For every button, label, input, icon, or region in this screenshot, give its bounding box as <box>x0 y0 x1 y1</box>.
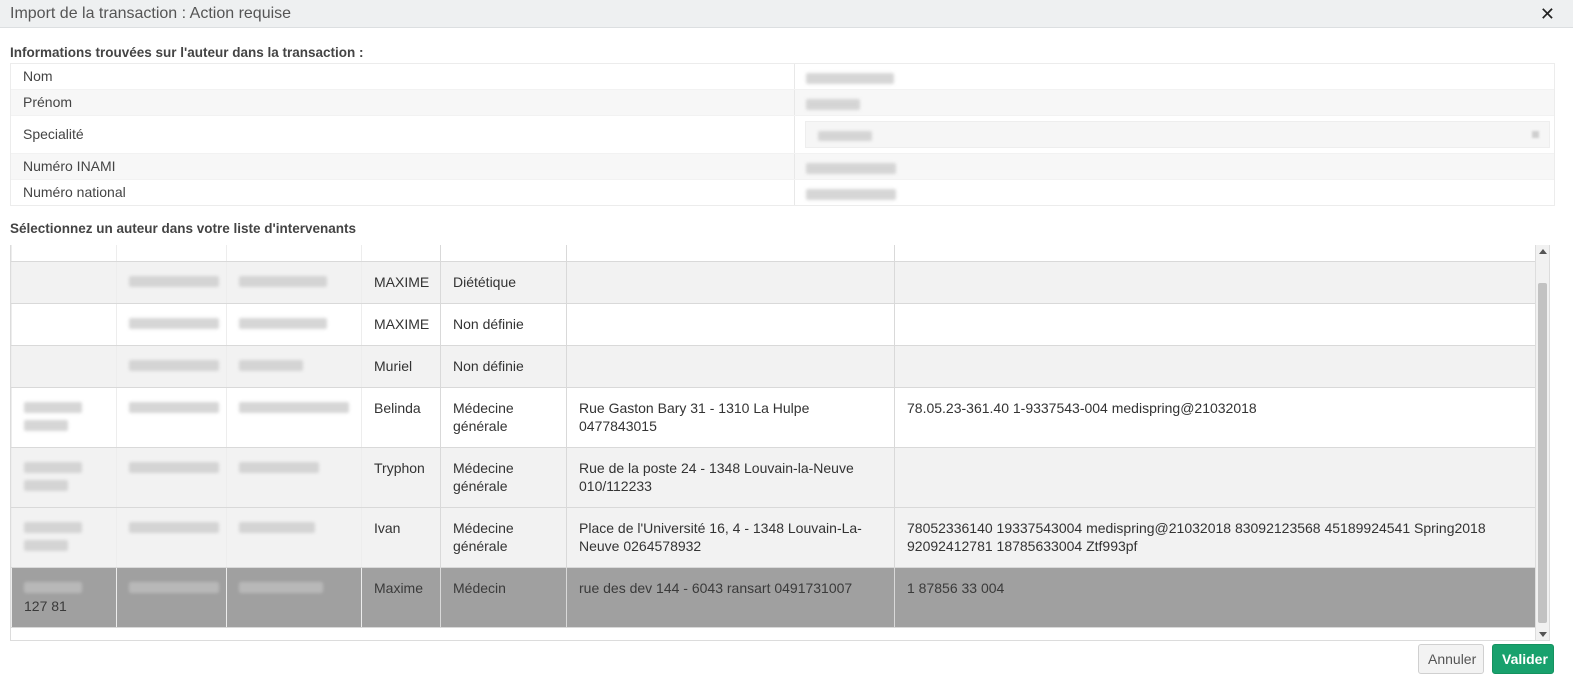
specialty-select[interactable] <box>805 121 1550 148</box>
cell-address: Rue de la poste 24 - 1348 Louvain-la-Neu… <box>566 446 895 508</box>
cell-address <box>566 260 895 304</box>
cell-firstname: Muriel <box>361 344 441 388</box>
cell-info: 78052336140 19337543004 medispring@21032… <box>894 506 1538 568</box>
info-label: Nom <box>23 68 53 84</box>
cell-specialty: Diététique <box>440 260 567 304</box>
cell-specialty: Médecine générale <box>440 386 567 448</box>
info-row-national: Numéro national <box>11 180 1554 205</box>
table-row[interactable]: Tryphon Médecine générale Rue de la post… <box>11 446 1538 508</box>
cell-specialty: Médecin <box>440 566 567 628</box>
table-row[interactable]: MAXIME Diététique <box>11 260 1538 304</box>
info-row-prenom: Prénom <box>11 90 1554 116</box>
table-row[interactable]: MAXIME Non définie <box>11 302 1538 346</box>
info-label: Numéro INAMI <box>23 158 116 174</box>
info-value-redacted <box>806 161 896 179</box>
validate-button[interactable]: Valider <box>1492 644 1554 674</box>
cell-specialty: Médecine générale <box>440 446 567 508</box>
close-icon[interactable]: ✕ <box>1540 4 1555 24</box>
table-row-selected[interactable]: 127 81 Maxime Médecin rue des dev 144 - … <box>11 566 1538 628</box>
scroll-down-icon[interactable] <box>1539 632 1547 637</box>
select-heading: Sélectionnez un auteur dans votre liste … <box>10 221 357 236</box>
dialog-titlebar: Import de la transaction : Action requis… <box>0 0 1573 28</box>
info-value-redacted <box>806 97 860 115</box>
cell-col-a: 127 81 <box>24 597 67 614</box>
cell-specialty: Non définie <box>440 302 567 346</box>
cell-firstname: Ivan <box>361 506 441 568</box>
cell-firstname: Maxime <box>361 566 441 628</box>
cell-specialty: Médecine générale <box>440 506 567 568</box>
chevron-down-icon <box>1532 131 1539 138</box>
cell-info: 78.05.23-361.40 1-9337543-004 medispring… <box>894 386 1538 448</box>
info-label: Specialité <box>23 126 84 142</box>
cell-address <box>566 344 895 388</box>
intervenants-grid[interactable]: MAXIME Diététique MAXIME Non définie Mur… <box>10 245 1550 641</box>
cell-info <box>894 302 1538 346</box>
cell-firstname: Tryphon <box>361 446 441 508</box>
cell-info <box>894 260 1538 304</box>
cell-address: Rue Gaston Bary 31 - 1310 La Hulpe 04778… <box>566 386 895 448</box>
info-row-specialite: Specialité <box>11 116 1554 154</box>
info-row-nom: Nom <box>11 64 1554 90</box>
cell-address <box>566 302 895 346</box>
table-row[interactable]: Muriel Non définie <box>11 344 1538 388</box>
cell-firstname: MAXIME <box>361 302 441 346</box>
scroll-up-icon[interactable] <box>1539 249 1547 254</box>
table-row[interactable]: Ivan Médecine générale Place de l'Univer… <box>11 506 1538 568</box>
scroll-thumb[interactable] <box>1538 283 1547 623</box>
cell-specialty: Non définie <box>440 344 567 388</box>
info-row-inami: Numéro INAMI <box>11 154 1554 180</box>
cell-info: 1 87856 33 004 <box>894 566 1538 628</box>
info-label: Numéro national <box>23 184 126 200</box>
table-row[interactable] <box>11 245 1538 262</box>
info-value-redacted <box>806 71 894 89</box>
cell-firstname: MAXIME <box>361 260 441 304</box>
dialog-title: Import de la transaction : Action requis… <box>10 5 292 22</box>
info-value-redacted <box>806 187 896 205</box>
author-info-table: Nom Prénom Specialité Numéro INAMI Numér… <box>10 63 1555 206</box>
cell-info <box>894 344 1538 388</box>
cell-address: Place de l'Université 16, 4 - 1348 Louva… <box>566 506 895 568</box>
table-row[interactable]: Belinda Médecine générale Rue Gaston Bar… <box>11 386 1538 448</box>
info-label: Prénom <box>23 94 73 110</box>
info-heading: Informations trouvées sur l'auteur dans … <box>10 45 364 60</box>
cell-info <box>894 446 1538 508</box>
cell-firstname: Belinda <box>361 386 441 448</box>
cell-address: rue des dev 144 - 6043 ransart 049173100… <box>566 566 895 628</box>
cancel-button[interactable]: Annuler <box>1418 644 1484 674</box>
grid-scrollbar[interactable] <box>1535 245 1549 640</box>
